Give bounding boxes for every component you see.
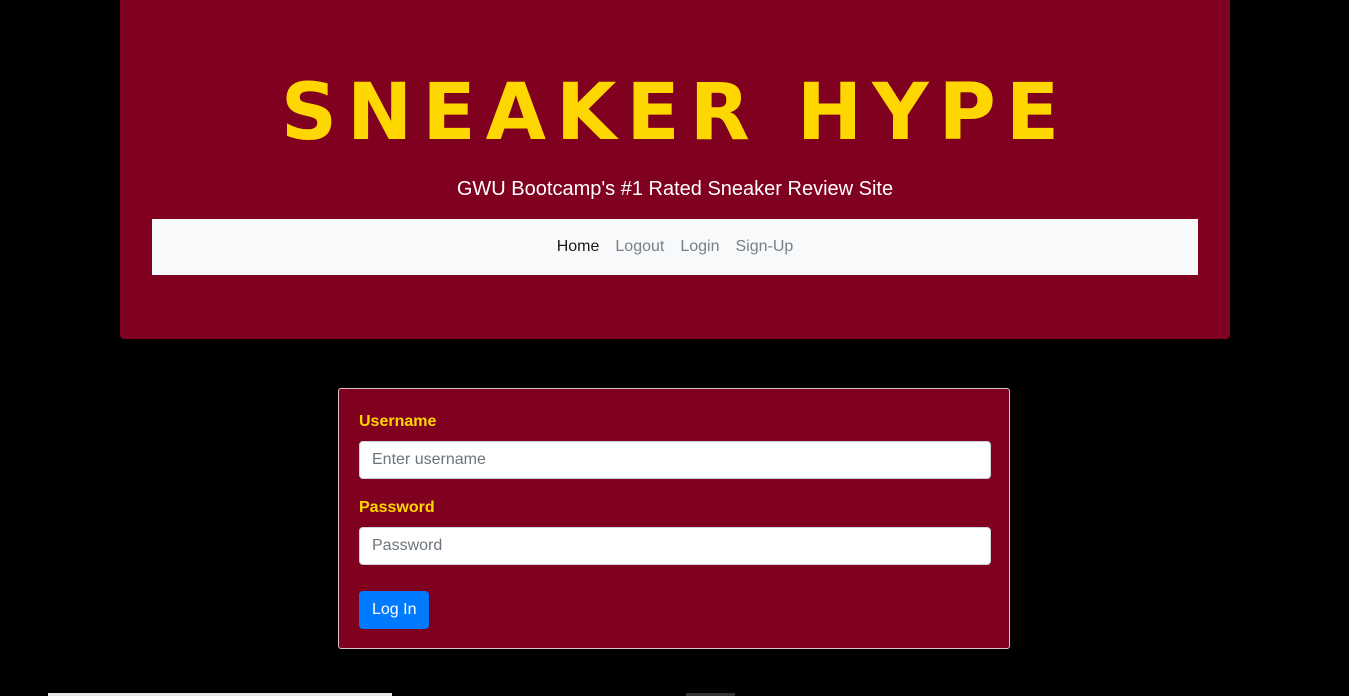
site-title: SNEAKER HYPE xyxy=(280,68,1070,158)
password-input[interactable] xyxy=(359,527,991,565)
username-input[interactable] xyxy=(359,441,991,479)
nav-link-login[interactable]: Login xyxy=(672,235,727,259)
header-jumbotron: SNEAKER HYPE GWU Bootcamp's #1 Rated Sne… xyxy=(120,0,1230,339)
login-form: Username Password Log In xyxy=(338,388,1010,649)
login-button[interactable]: Log In xyxy=(359,591,430,629)
nav-link-logout[interactable]: Logout xyxy=(607,235,672,259)
site-tagline: GWU Bootcamp's #1 Rated Sneaker Review S… xyxy=(456,178,894,200)
username-label: Username xyxy=(359,413,437,430)
main-navbar: Home Logout Login Sign-Up xyxy=(152,219,1198,275)
nav-link-home[interactable]: Home xyxy=(549,235,608,259)
nav-link-signup[interactable]: Sign-Up xyxy=(727,235,801,259)
password-label: Password xyxy=(359,499,435,516)
